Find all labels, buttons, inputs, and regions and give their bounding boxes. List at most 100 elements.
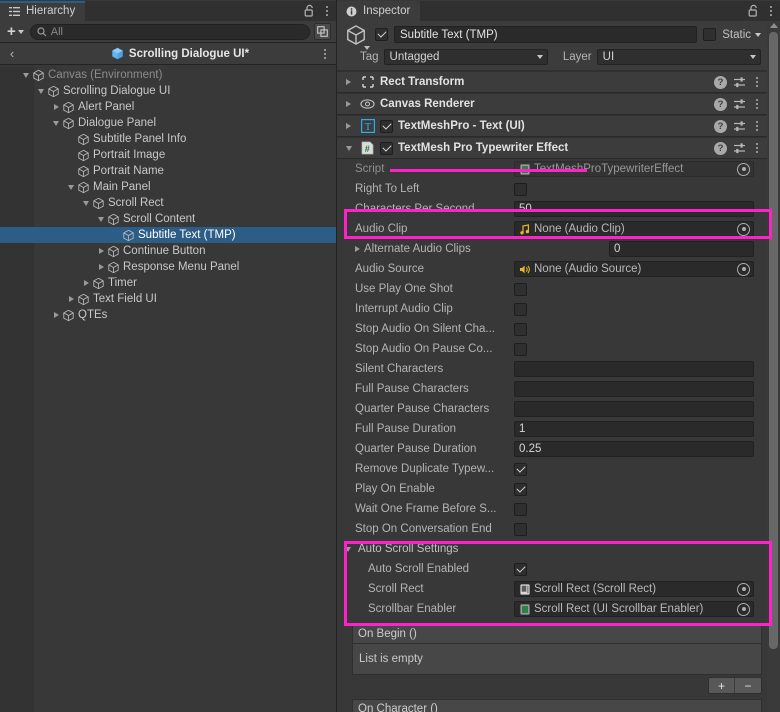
object-picker-icon[interactable] — [737, 162, 750, 176]
property-checkbox[interactable] — [514, 482, 527, 496]
hierarchy-item-alert-panel[interactable]: Alert Panel — [0, 99, 336, 115]
component-foldout-toggle[interactable] — [342, 101, 355, 107]
hierarchy-item-dialogue-panel[interactable]: Dialogue Panel — [0, 115, 336, 131]
expand-toggle[interactable] — [95, 211, 107, 227]
kebab-menu-icon[interactable] — [752, 119, 762, 133]
hierarchy-item-text-field-ui[interactable]: Text Field UI — [0, 291, 336, 307]
chevron-right-icon[interactable] — [346, 79, 351, 85]
hierarchy-item-portrait-image[interactable]: Portrait Image — [0, 147, 336, 163]
kebab-menu-icon[interactable] — [322, 4, 332, 18]
chevron-down-icon[interactable] — [68, 184, 74, 190]
chevron-right-icon[interactable] — [346, 123, 351, 129]
open-in-window-icon[interactable] — [314, 23, 331, 40]
kebab-menu-icon[interactable] — [752, 97, 762, 111]
property-checkbox[interactable] — [514, 502, 527, 516]
component-foldout-toggle[interactable] — [342, 79, 355, 85]
hierarchy-item-continue-button[interactable]: Continue Button — [0, 243, 336, 259]
kebab-menu-icon[interactable] — [752, 75, 762, 89]
property-text-input[interactable]: 0.25 — [514, 441, 754, 457]
preset-icon[interactable] — [733, 98, 746, 111]
gameobject-cube-icon[interactable] — [343, 22, 370, 50]
property-checkbox[interactable] — [514, 282, 527, 296]
tag-dropdown[interactable]: Untagged — [383, 48, 548, 65]
chevron-right-icon[interactable] — [53, 104, 59, 110]
expand-toggle[interactable] — [80, 195, 92, 211]
hierarchy-item-scroll-rect[interactable]: Scroll Rect — [0, 195, 336, 211]
chevron-down-icon[interactable] — [755, 32, 761, 37]
chevron-down-icon[interactable] — [23, 72, 29, 78]
property-checkbox[interactable] — [514, 462, 527, 476]
chevron-down-icon[interactable] — [345, 546, 351, 552]
layer-dropdown[interactable]: UI — [596, 48, 761, 65]
chevron-right-icon[interactable] — [98, 248, 104, 254]
property-text-input[interactable] — [514, 401, 754, 417]
component-foldout-toggle[interactable] — [342, 123, 355, 129]
component-header[interactable]: Canvas Renderer? — [337, 93, 767, 114]
expand-toggle[interactable] — [65, 291, 77, 307]
hierarchy-tree[interactable]: Canvas (Environment) Scrolling Dialogue U… — [0, 67, 336, 712]
scrollbar-thumb[interactable] — [769, 32, 778, 649]
object-picker-icon[interactable] — [737, 262, 750, 276]
property-array-size-input[interactable]: 0 — [609, 241, 754, 257]
chevron-down-icon[interactable] — [98, 216, 104, 222]
foldout-toggle[interactable] — [341, 546, 355, 552]
chevron-down-icon[interactable] — [83, 200, 89, 206]
expand-toggle[interactable] — [35, 83, 47, 99]
inspector-vertical-scrollbar[interactable] — [767, 21, 780, 712]
property-checkbox[interactable] — [514, 562, 527, 576]
remove-event-button[interactable]: − — [735, 678, 761, 693]
expand-toggle[interactable] — [20, 67, 32, 83]
expand-toggle[interactable] — [65, 163, 77, 179]
add-gameobject-button[interactable]: + — [5, 24, 26, 39]
property-object-field[interactable]: None (Audio Source) — [514, 261, 754, 277]
gameobject-name-input[interactable]: Subtitle Text (TMP) — [394, 26, 698, 43]
hierarchy-item-qtes[interactable]: QTEs — [0, 307, 336, 323]
expand-toggle[interactable] — [65, 131, 77, 147]
tab-hierarchy[interactable]: Hierarchy — [0, 1, 86, 21]
expand-toggle[interactable] — [65, 147, 77, 163]
property-text-input[interactable] — [514, 381, 754, 397]
object-picker-icon[interactable] — [737, 602, 750, 616]
hierarchy-item-canvas-environment[interactable]: Canvas (Environment) — [0, 67, 336, 83]
chevron-right-icon[interactable] — [346, 101, 351, 107]
preset-icon[interactable] — [733, 120, 746, 133]
property-text-input[interactable]: 1 — [514, 421, 754, 437]
static-checkbox[interactable] — [703, 28, 717, 41]
hierarchy-search-input[interactable]: All — [29, 23, 310, 40]
component-foldout-toggle[interactable] — [342, 145, 355, 151]
chevron-down-icon[interactable] — [53, 120, 59, 126]
hierarchy-item-portrait-name[interactable]: Portrait Name — [0, 163, 336, 179]
chevron-right-icon[interactable] — [53, 312, 59, 318]
expand-toggle[interactable] — [80, 275, 92, 291]
component-header[interactable]: Rect Transform? — [337, 71, 767, 92]
scene-menu-icon[interactable] — [320, 47, 330, 61]
hierarchy-item-scroll-content[interactable]: Scroll Content — [0, 211, 336, 227]
tab-inspector[interactable]: Inspector — [337, 1, 421, 21]
property-text-input[interactable]: 50 — [514, 201, 754, 217]
expand-toggle[interactable] — [50, 99, 62, 115]
lock-open-icon[interactable] — [304, 4, 315, 17]
expand-toggle[interactable] — [65, 179, 77, 195]
chevron-down-icon[interactable] — [345, 145, 352, 151]
property-object-field[interactable]: Scroll Rect (Scroll Rect) — [514, 581, 754, 597]
expand-toggle[interactable] — [95, 259, 107, 275]
help-icon[interactable]: ? — [714, 141, 727, 155]
property-object-field[interactable]: Scroll Rect (UI Scrollbar Enabler) — [514, 601, 754, 617]
help-icon[interactable]: ? — [714, 75, 727, 89]
gameobject-enabled-checkbox[interactable] — [375, 28, 388, 41]
lock-open-icon[interactable] — [748, 4, 759, 17]
object-picker-icon[interactable] — [737, 222, 750, 236]
kebab-menu-icon[interactable] — [766, 4, 776, 18]
chevron-right-icon[interactable] — [355, 246, 360, 252]
expand-toggle[interactable] — [50, 115, 62, 131]
chevron-left-icon[interactable]: ‹ — [0, 46, 24, 61]
scroll-up-arrow-icon[interactable] — [769, 23, 778, 28]
hierarchy-item-subtitle-panel-info[interactable]: Subtitle Panel Info — [0, 131, 336, 147]
property-checkbox[interactable] — [514, 182, 527, 196]
expand-toggle[interactable] — [95, 243, 107, 259]
help-icon[interactable]: ? — [714, 97, 727, 111]
component-header[interactable]: T TextMeshPro - Text (UI)? — [337, 115, 767, 136]
property-object-field[interactable]: None (Audio Clip) — [514, 221, 754, 237]
add-event-button[interactable]: + — [709, 678, 735, 693]
property-checkbox[interactable] — [514, 342, 527, 356]
